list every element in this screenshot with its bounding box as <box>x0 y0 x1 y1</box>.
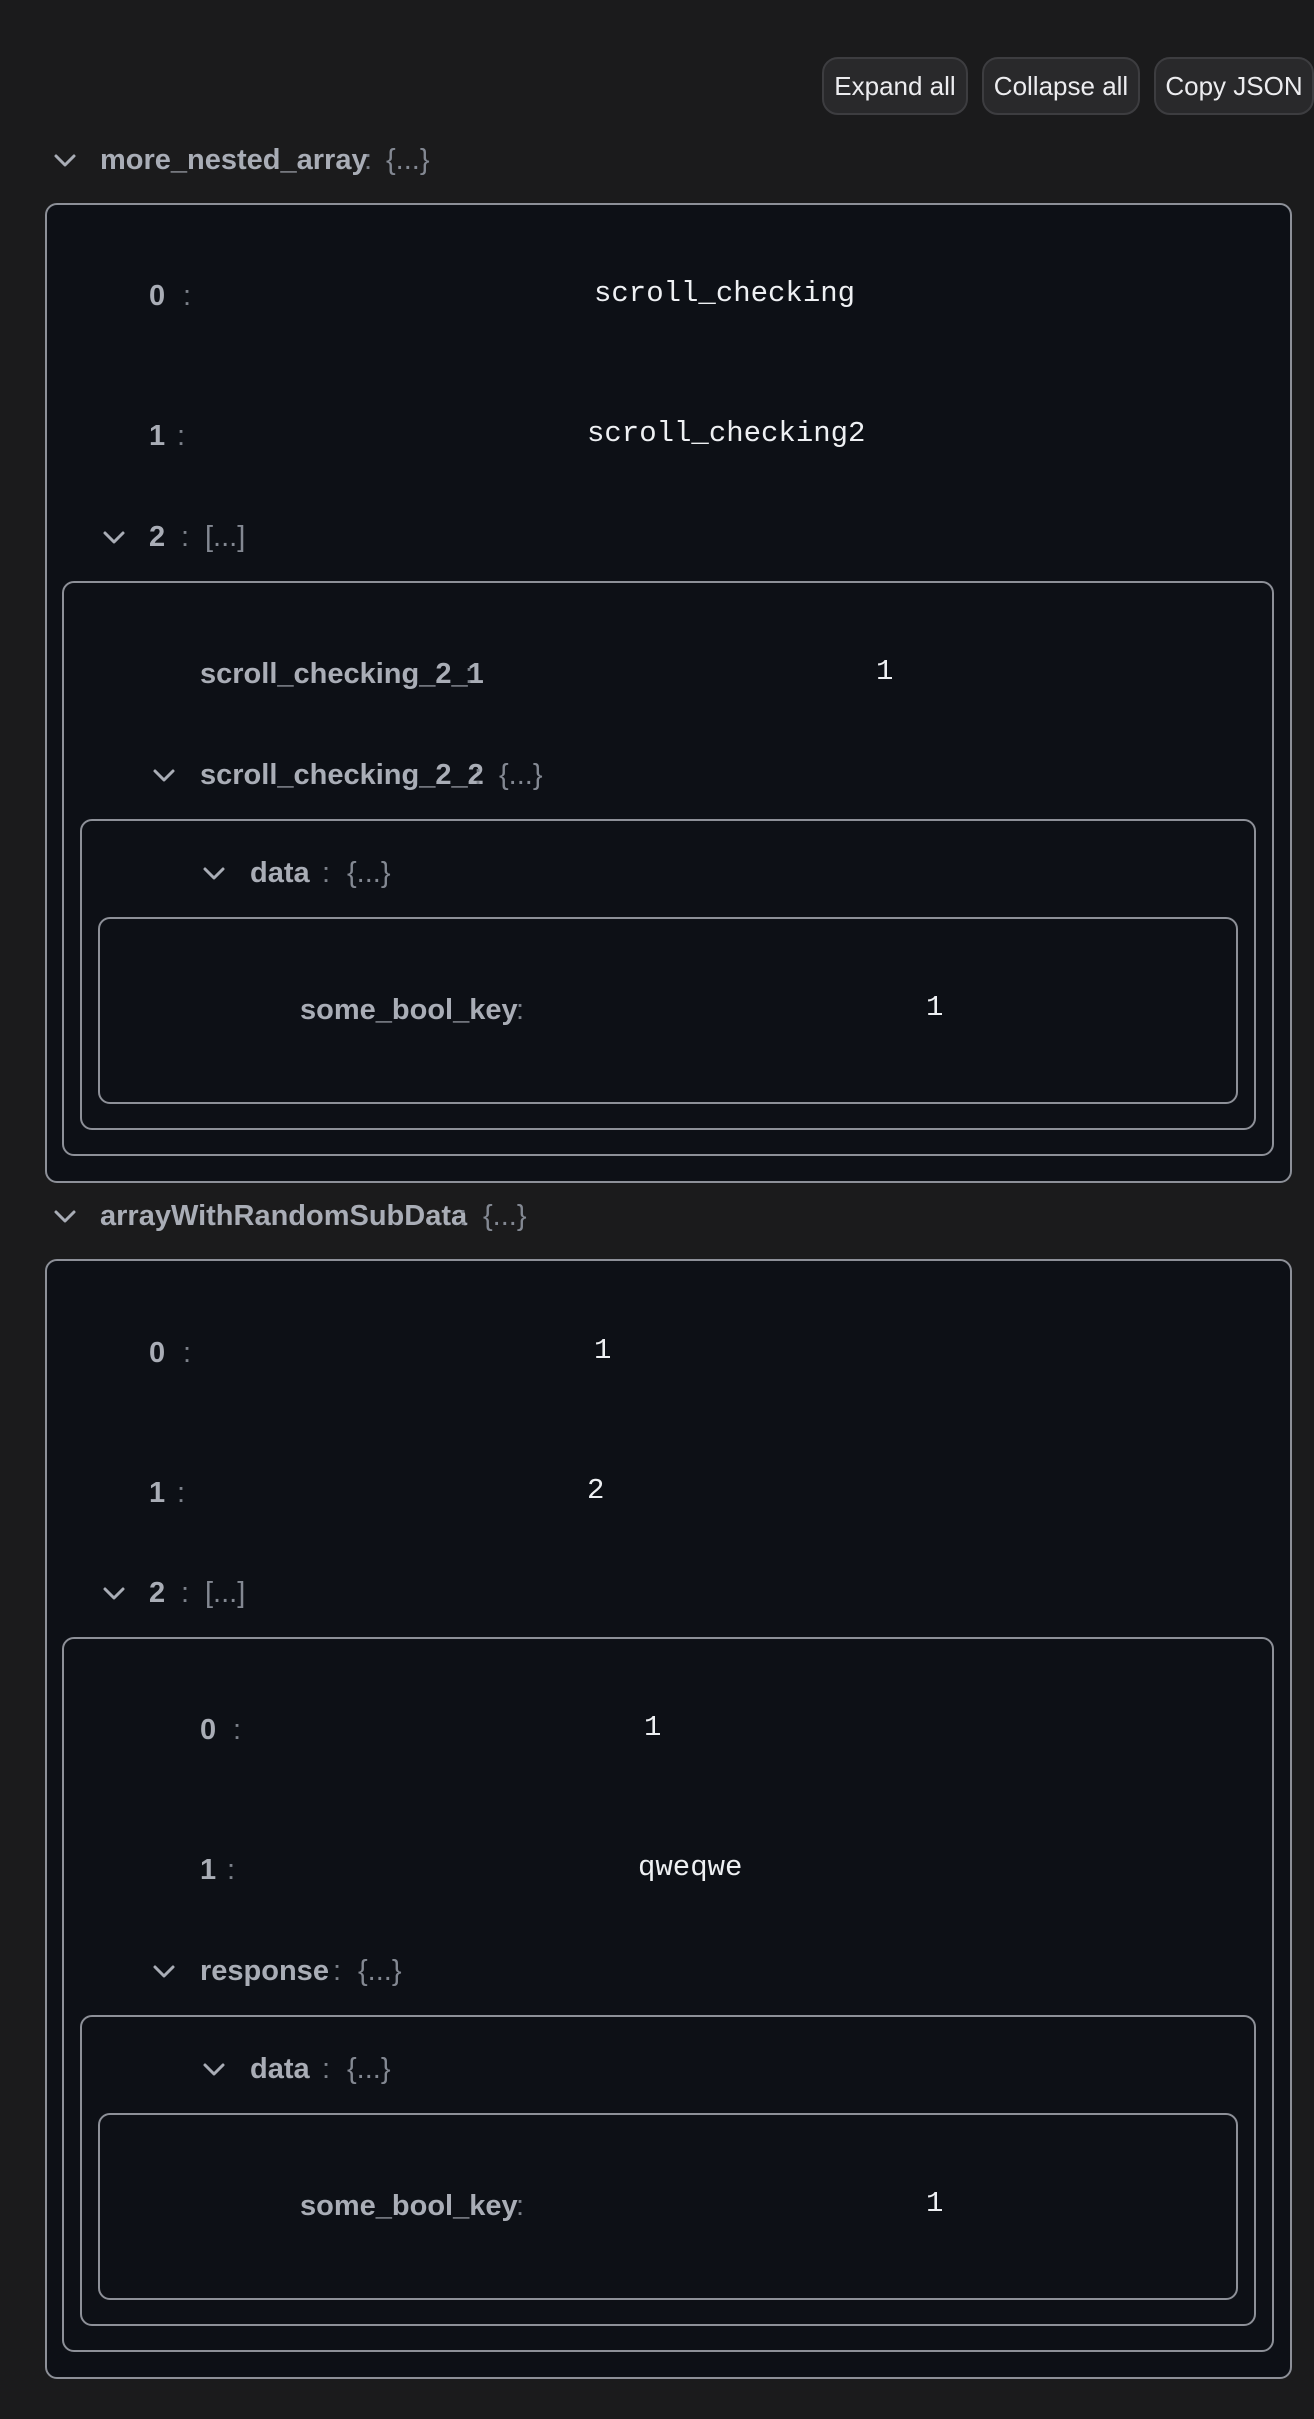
node-key-data[interactable]: data <box>250 2045 310 2093</box>
item-value: 1 <box>926 991 944 1024</box>
chevron-down-icon[interactable] <box>149 1947 179 1995</box>
key-separator: : <box>233 1714 242 1746</box>
collapsed-array-marker: [...] <box>205 521 246 553</box>
data-panel <box>98 2113 1238 2300</box>
chevron-down-icon[interactable] <box>199 2045 229 2093</box>
collapsed-array-marker: [...] <box>205 1577 246 1609</box>
item-key: scroll_checking_2_1 <box>200 658 484 690</box>
chevron-down-icon[interactable] <box>50 1192 80 1240</box>
toolbar: Expand all Collapse all Copy JSON <box>808 57 1314 115</box>
collapsed-object-marker: {...} <box>347 857 391 889</box>
collapsed-object-marker: {...} <box>358 1955 402 1987</box>
key-separator: : <box>322 2053 331 2085</box>
collapsed-object-marker: {...} <box>483 1200 527 1232</box>
node-key-data[interactable]: data <box>250 849 310 897</box>
chevron-down-icon[interactable] <box>199 849 229 897</box>
chevron-down-icon[interactable] <box>99 1569 129 1617</box>
key-separator: : <box>459 1200 468 1232</box>
key-separator: : <box>516 994 525 1026</box>
key-separator: : <box>364 144 373 176</box>
chevron-down-icon[interactable] <box>99 513 129 561</box>
item-key: some_bool_key <box>300 2190 518 2222</box>
key-separator: : <box>183 280 192 312</box>
item-value: 1 <box>926 2187 944 2220</box>
data-panel <box>98 917 1238 1104</box>
collapse-all-button[interactable]: Collapse all <box>982 57 1140 115</box>
key-separator: : <box>183 1337 192 1369</box>
node-key-more-nested-array[interactable]: more_nested_array <box>100 136 368 184</box>
item-value: scroll_checking2 <box>587 417 866 450</box>
key-separator: : <box>465 658 474 690</box>
node-key-2[interactable]: 2 <box>149 513 165 561</box>
collapsed-object-marker: {...} <box>347 2053 391 2085</box>
chevron-down-icon[interactable] <box>149 751 179 799</box>
item-key: 1 <box>149 420 166 452</box>
item-value: 2 <box>587 1474 605 1507</box>
item-key: 1 <box>200 1854 217 1886</box>
key-separator: : <box>181 1577 190 1609</box>
key-separator: : <box>333 1955 342 1987</box>
item-key: 0 <box>149 280 166 312</box>
item-value: 1 <box>876 655 894 688</box>
item-key: 0 <box>149 1337 166 1369</box>
node-key-response[interactable]: response <box>200 1947 329 1995</box>
item-key: 0 <box>200 1714 217 1746</box>
collapsed-object-marker: {...} <box>499 759 543 791</box>
key-separator: : <box>177 420 186 452</box>
chevron-down-icon[interactable] <box>50 136 80 184</box>
key-separator: : <box>227 1854 236 1886</box>
item-value: 1 <box>594 1334 612 1367</box>
node-key-array-with-random-sub-data[interactable]: arrayWithRandomSubData <box>100 1192 467 1240</box>
item-key: 1 <box>149 1477 166 1509</box>
item-value: 1 <box>644 1711 662 1744</box>
key-separator: : <box>181 521 190 553</box>
collapsed-object-marker: {...} <box>386 144 430 176</box>
expand-all-button[interactable]: Expand all <box>822 57 968 115</box>
key-separator: : <box>516 2190 525 2222</box>
node-key-scroll-checking-2-2[interactable]: scroll_checking_2_2 <box>200 751 484 799</box>
key-separator: : <box>474 759 483 791</box>
key-separator: : <box>177 1477 186 1509</box>
node-key-2[interactable]: 2 <box>149 1569 165 1617</box>
item-value: scroll_checking <box>594 277 856 310</box>
key-separator: : <box>322 857 331 889</box>
item-key: some_bool_key <box>300 994 518 1026</box>
copy-json-button[interactable]: Copy JSON <box>1154 57 1314 115</box>
item-value: qweqwe <box>638 1851 743 1884</box>
